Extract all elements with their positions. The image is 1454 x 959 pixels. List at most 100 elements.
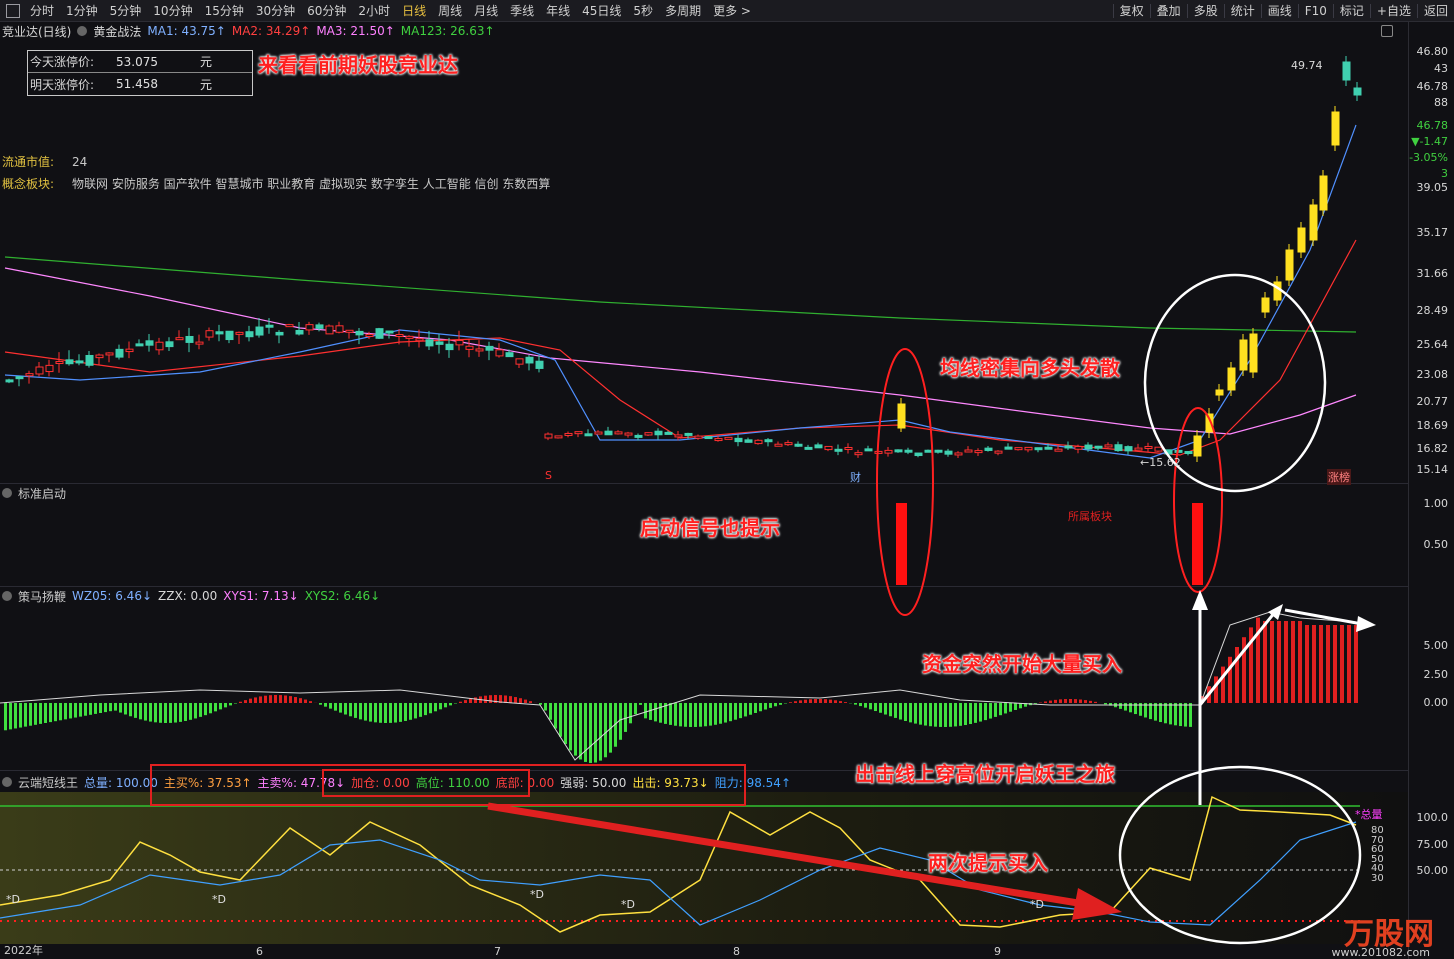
candle-body	[614, 431, 623, 435]
histogram-bar	[114, 703, 117, 711]
candle-body	[455, 339, 464, 346]
candle-body	[315, 324, 324, 329]
histogram-bar	[329, 703, 332, 709]
histogram-bar	[779, 703, 782, 705]
candle-body	[395, 334, 404, 338]
low-price-label: ←15.62	[1140, 456, 1181, 469]
histogram-bar	[894, 703, 897, 718]
histogram-bar	[434, 703, 437, 712]
histogram-bar	[759, 703, 762, 712]
x-label: 2022年	[4, 944, 43, 957]
histogram-bar	[734, 703, 737, 720]
histogram-bar	[4, 703, 7, 731]
histogram-bar	[869, 703, 872, 710]
histogram-bar	[224, 703, 227, 708]
histogram-bar	[1263, 621, 1267, 703]
candle-body	[897, 403, 906, 429]
annotation-start-signal: 启动信号也提示	[640, 516, 780, 540]
histogram-bar	[9, 703, 12, 730]
histogram-bar	[1054, 699, 1057, 703]
histogram-bar	[809, 699, 812, 703]
y-label: 28.49	[1416, 304, 1449, 317]
price-axis: 46.80 43 46.78 88 46.78 ▼-1.47 -3.05% 3 …	[1408, 22, 1454, 959]
histogram-bar	[874, 703, 877, 712]
candle-body	[1054, 448, 1063, 452]
candle-body	[475, 348, 484, 352]
histogram-bar	[764, 703, 767, 710]
histogram-bar	[364, 703, 367, 721]
histogram-bar	[284, 695, 287, 703]
ma1-line	[4, 124, 1357, 459]
candle-body	[55, 361, 64, 365]
y-label: 23.08	[1416, 368, 1449, 381]
candle-body	[944, 450, 953, 455]
histogram-bar	[1154, 703, 1157, 721]
histogram-bar	[739, 703, 742, 719]
histogram-bar	[979, 703, 982, 722]
histogram-bar	[139, 703, 142, 720]
d-mark: *D	[530, 888, 544, 901]
histogram-bar	[859, 703, 862, 707]
histogram-bar	[359, 703, 362, 720]
histogram-bar	[29, 703, 32, 726]
candle-body	[1124, 446, 1133, 452]
histogram-bar	[589, 703, 592, 763]
chart-canvas	[0, 56, 1408, 945]
histogram-bar	[644, 703, 647, 719]
histogram-bar	[834, 700, 837, 703]
candle-body	[634, 434, 643, 438]
candle-body	[1034, 447, 1043, 451]
histogram-bar	[384, 703, 387, 723]
histogram-bar	[709, 703, 712, 726]
ma123-line	[4, 256, 1357, 333]
candle-body	[854, 452, 863, 456]
histogram-bar	[1347, 625, 1351, 703]
histogram-bar	[699, 703, 702, 727]
candle-body	[764, 439, 773, 443]
histogram-bar	[289, 696, 292, 703]
candle-body	[704, 436, 713, 440]
mini-scale: 80 70 60 50 40 30	[1371, 826, 1384, 883]
histogram-bar	[579, 703, 582, 760]
x-label: 8	[733, 945, 740, 958]
y-label: 16.82	[1416, 442, 1449, 455]
histogram-bar	[1354, 625, 1358, 703]
histogram-bar	[389, 703, 392, 723]
histogram-bar	[774, 703, 777, 707]
candle-body	[594, 431, 603, 435]
histogram-bar	[619, 703, 622, 740]
candle-body	[544, 433, 553, 439]
x-label: 9	[994, 945, 1001, 958]
candle-body	[894, 449, 903, 453]
candle-body	[505, 352, 514, 358]
histogram-bar	[154, 703, 157, 723]
candle-body	[365, 333, 374, 337]
histogram-bar	[69, 703, 72, 719]
histogram-bar	[1164, 703, 1167, 724]
y-label: 1.00	[1423, 497, 1449, 510]
histogram-bar	[789, 702, 792, 703]
histogram-bar	[799, 700, 802, 703]
candle-body	[175, 337, 184, 341]
histogram-bar	[704, 703, 707, 727]
histogram-bar	[634, 703, 637, 715]
histogram-bar	[489, 695, 492, 703]
histogram-bar	[144, 703, 147, 721]
histogram-bar	[1079, 699, 1082, 703]
candle-body	[904, 449, 913, 453]
histogram-bar	[129, 703, 132, 717]
y-label: 46.78	[1416, 119, 1449, 132]
histogram-bar	[1124, 703, 1127, 711]
candle-body	[1014, 447, 1023, 451]
candle-body	[844, 447, 853, 451]
start-signal-bar	[896, 503, 907, 585]
d-mark: *D	[1030, 898, 1044, 911]
histogram-bar	[109, 703, 112, 712]
capital-line	[0, 611, 1357, 761]
histogram-bar	[844, 702, 847, 703]
d-mark: *D	[6, 893, 20, 906]
candle-body	[1309, 204, 1318, 241]
candle-body	[734, 437, 743, 443]
histogram-bar	[234, 703, 237, 704]
histogram-bar	[839, 701, 842, 703]
